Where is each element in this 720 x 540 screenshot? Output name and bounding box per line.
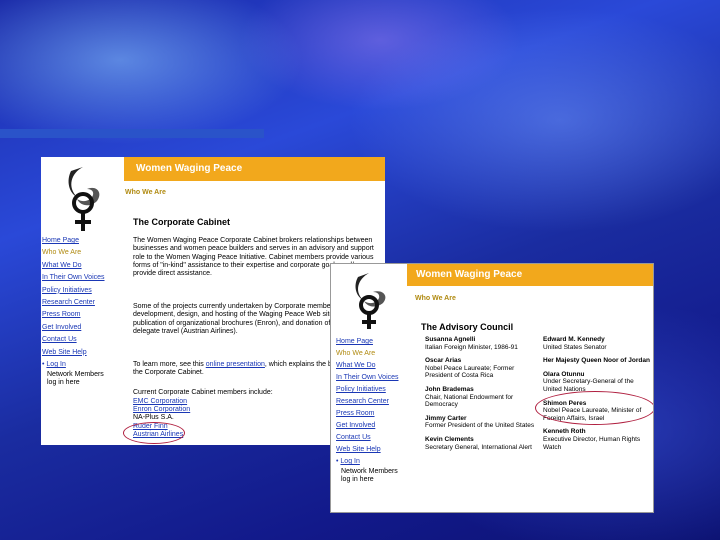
nav-home-page[interactable]: Home Page — [336, 336, 399, 348]
online-presentation-link[interactable]: online presentation — [206, 361, 265, 368]
nav-policy-initiatives[interactable]: Policy Initiatives — [42, 285, 105, 297]
learn-more-text: To learn more, see this — [133, 361, 206, 368]
member-name: Her Majesty Queen Noor of Jordan — [543, 357, 650, 365]
council-member: Edward M. Kennedy United States Senator — [543, 336, 653, 351]
council-member: Kenneth Roth Executive Director, Human Ri… — [543, 428, 653, 451]
login-link[interactable]: Log In — [340, 458, 359, 465]
member-title: Former President of the United States — [425, 422, 535, 430]
nav-web-site-help[interactable]: Web Site Help — [336, 444, 399, 456]
nav-press-room[interactable]: Press Room — [42, 309, 105, 321]
sidebar-nav: Home Page Who We Are What We Do In Their… — [336, 336, 399, 484]
accent-bar — [0, 129, 264, 138]
council-member: Susanna Agnelli Italian Foreign Minister,… — [425, 336, 537, 351]
member-title: Chair, National Endowment for Democracy — [425, 393, 514, 409]
member-name: Olara Otunnu — [543, 370, 585, 378]
login-note-line2: log in here — [341, 476, 374, 483]
member-title: United States Senator — [543, 343, 607, 351]
page-heading: The Corporate Cabinet — [133, 217, 231, 227]
site-banner: Women Waging Peace — [124, 157, 385, 181]
login-note-line1: Network Members — [47, 371, 104, 379]
nav-what-we-do[interactable]: What We Do — [42, 260, 105, 272]
login-note-line1: Network Members — [341, 468, 398, 475]
nav-press-room[interactable]: Press Room — [336, 408, 399, 420]
dove-venus-logo-icon — [68, 167, 100, 231]
member-title: Nobel Peace Laureate; Former President o… — [425, 364, 515, 380]
member-name: Oscar Arias — [425, 357, 462, 365]
highlight-circle-olara-otunnu — [535, 391, 653, 425]
member-name: John Brademas — [425, 385, 474, 393]
page-heading: The Advisory Council — [421, 322, 514, 332]
nav-in-their-own-voices[interactable]: In Their Own Voices — [42, 272, 105, 284]
sidebar-nav: Home Page Who We Are What We Do In Their… — [42, 235, 105, 387]
member-title: Executive Director, Human Rights Watch — [543, 435, 641, 451]
nav-research-center[interactable]: Research Center — [336, 396, 399, 408]
member-title: Secretary General, International Alert — [425, 443, 532, 451]
council-left-column: Susanna Agnelli Italian Foreign Minister,… — [425, 336, 537, 457]
member-title: Italian Foreign Minister, 1986-91 — [425, 343, 518, 351]
nav-what-we-do[interactable]: What We Do — [336, 360, 399, 372]
nav-web-site-help[interactable]: Web Site Help — [42, 347, 105, 359]
login-link[interactable]: Log In — [46, 361, 65, 368]
member-name: Susanna Agnelli — [425, 336, 476, 343]
advisory-council-screenshot: Women Waging Peace Who We Are The Adviso… — [331, 264, 653, 512]
council-member: Her Majesty Queen Noor of Jordan — [543, 357, 653, 365]
dove-venus-logo-icon — [355, 273, 386, 329]
section-label: Who We Are — [415, 295, 456, 302]
nav-policy-initiatives[interactable]: Policy Initiatives — [336, 384, 399, 396]
login-block: • Log In Network Members log in here — [336, 456, 399, 484]
member-emc[interactable]: EMC Corporation — [133, 398, 190, 406]
login-block: • Log In Network Members log in here — [42, 359, 105, 387]
nav-get-involved[interactable]: Get Involved — [42, 322, 105, 334]
section-label: Who We Are — [125, 189, 166, 196]
nav-get-involved[interactable]: Get Involved — [336, 420, 399, 432]
member-name: Edward M. Kennedy — [543, 336, 605, 343]
member-name: Kevin Clements — [425, 435, 474, 443]
member-name: Jimmy Carter — [425, 414, 467, 422]
nav-contact-us[interactable]: Contact Us — [42, 334, 105, 346]
nav-research-center[interactable]: Research Center — [42, 297, 105, 309]
login-note-line2: log in here — [47, 379, 80, 387]
site-banner: Women Waging Peace — [407, 264, 653, 286]
council-member: Kevin Clements Secretary General, Interna… — [425, 436, 537, 451]
member-name: Kenneth Roth — [543, 428, 586, 436]
nav-who-we-are[interactable]: Who We Are — [42, 247, 105, 259]
highlight-circle-ruder-finn — [123, 422, 185, 444]
nav-who-we-are[interactable]: Who We Are — [336, 348, 399, 360]
nav-in-their-own-voices[interactable]: In Their Own Voices — [336, 372, 399, 384]
nav-home-page[interactable]: Home Page — [42, 235, 105, 247]
council-member: Jimmy Carter Former President of the Unit… — [425, 415, 537, 430]
council-member: John Brademas Chair, National Endowment f… — [425, 386, 537, 409]
member-enron[interactable]: Enron Corporation — [133, 406, 190, 414]
nav-contact-us[interactable]: Contact Us — [336, 432, 399, 444]
council-member: Oscar Arias Nobel Peace Laureate; Former … — [425, 357, 537, 380]
